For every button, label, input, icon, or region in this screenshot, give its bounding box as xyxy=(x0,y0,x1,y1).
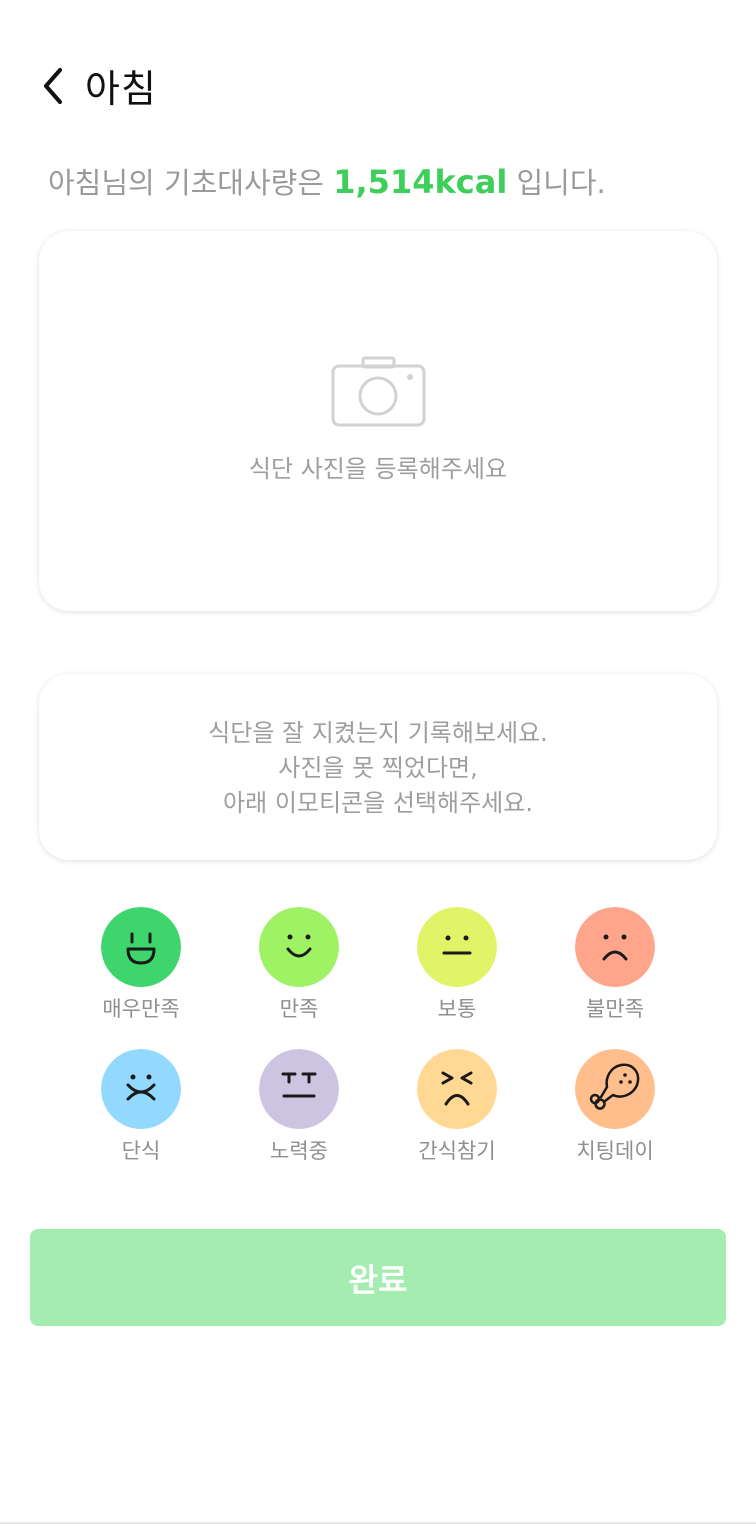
neutral-face-icon xyxy=(417,907,497,987)
record-line: 식단을 잘 지켰는지 기록해보세요. xyxy=(208,719,548,747)
emotion-label: 보통 xyxy=(437,997,477,1021)
page-title: 아침 xyxy=(85,67,157,111)
emotion-satisfied[interactable]: 만족 xyxy=(229,907,369,1023)
emotion-cheating-day[interactable]: 치팅데이 xyxy=(545,1049,685,1165)
emotion-fasting[interactable]: 단식 xyxy=(71,1049,211,1165)
big-smile-icon xyxy=(101,907,181,987)
bmr-text: 아침님의 기초대사량은 1,514kcal 입니다. xyxy=(48,160,606,202)
smile-icon xyxy=(259,907,339,987)
emotion-label: 노력중 xyxy=(270,1139,328,1163)
squinting-frown-icon xyxy=(417,1049,497,1129)
back-button[interactable] xyxy=(36,64,72,108)
record-instructions: 식단을 잘 지켰는지 기록해보세요. 사진을 못 찍었다면, 아래 이모티콘을 … xyxy=(0,716,756,821)
done-button[interactable]: 완료 xyxy=(30,1229,726,1326)
emotion-dissatisfied[interactable]: 불만족 xyxy=(545,907,685,1023)
chicken-drumstick-icon xyxy=(575,1049,655,1129)
frown-icon xyxy=(575,907,655,987)
emotion-label: 치팅데이 xyxy=(576,1139,654,1163)
bmr-prefix: 아침님의 기초대사량은 xyxy=(48,166,334,200)
emotion-label: 매우만족 xyxy=(102,997,180,1021)
bmr-value: 1,514kcal xyxy=(333,163,508,201)
chevron-left-icon xyxy=(44,68,62,104)
emotion-label: 만족 xyxy=(279,997,319,1021)
camera-icon xyxy=(331,356,426,427)
emotion-label: 간식참기 xyxy=(418,1139,496,1163)
emotion-snack-patience[interactable]: 간식참기 xyxy=(387,1049,527,1165)
bmr-suffix: 입니다. xyxy=(507,166,606,200)
emotion-very-satisfied[interactable]: 매우만족 xyxy=(71,907,211,1023)
sealed-mouth-icon xyxy=(101,1049,181,1129)
emotion-label: 단식 xyxy=(121,1139,161,1163)
photo-upload-prompt: 식단 사진을 등록해주세요 xyxy=(248,455,508,483)
emotion-label: 불만족 xyxy=(586,997,644,1021)
emotion-neutral[interactable]: 보통 xyxy=(387,907,527,1023)
emotion-trying[interactable]: 노력중 xyxy=(229,1049,369,1165)
record-line: 사진을 못 찍었다면, xyxy=(278,754,478,782)
record-line: 아래 이모티콘을 선택해주세요. xyxy=(223,789,533,817)
header: 아침 xyxy=(0,50,756,120)
straight-face-icon xyxy=(259,1049,339,1129)
